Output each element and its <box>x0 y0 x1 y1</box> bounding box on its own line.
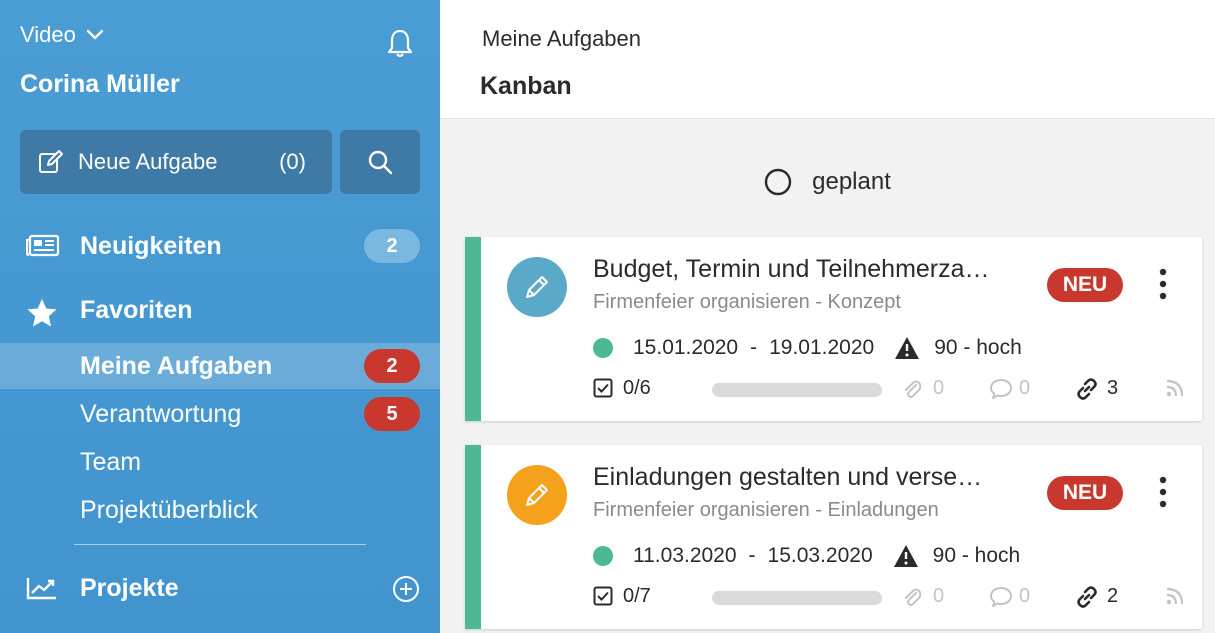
sidebar-divider <box>74 544 366 545</box>
responsibility-count-badge: 5 <box>364 397 420 431</box>
search-icon <box>367 149 393 175</box>
sidebar-item-responsibility-label: Verantwortung <box>80 399 242 428</box>
kanban-column-header: geplant <box>440 168 1215 196</box>
status-bar <box>465 237 481 421</box>
paperclip-icon[interactable] <box>903 586 921 608</box>
comment-count: 0 <box>1019 377 1031 399</box>
rss-icon[interactable] <box>1165 378 1185 398</box>
workspace-label: Video <box>20 22 76 47</box>
sidebar-item-project-overview[interactable]: Projektüberblick <box>0 487 440 533</box>
attachment-count: 0 <box>933 585 945 607</box>
sidebar-item-news-label: Neuigkeiten <box>80 231 222 260</box>
search-button[interactable] <box>340 130 420 194</box>
newspaper-icon <box>26 234 60 258</box>
date-separator: - <box>750 336 758 359</box>
edit-icon <box>38 149 64 175</box>
add-project-icon[interactable] <box>392 575 420 603</box>
star-icon <box>26 298 58 328</box>
priority: 90 - hoch <box>932 544 1021 567</box>
chart-line-icon <box>26 576 58 600</box>
comment-count: 0 <box>1019 585 1031 607</box>
attachment-count: 0 <box>933 377 945 399</box>
start-date: 11.03.2020 <box>633 544 737 567</box>
checklist-count: 0/7 <box>623 585 651 607</box>
pencil-icon <box>522 272 552 302</box>
task-footer: 0/6 0 0 3 <box>593 377 1185 401</box>
task-footer: 0/7 0 0 2 <box>593 585 1185 609</box>
sidebar-item-team-label: Team <box>80 447 142 476</box>
task-subtitle: Firmenfeier organisieren - Einladungen <box>593 499 939 521</box>
new-task-label: Neue Aufgabe <box>78 149 218 174</box>
link-icon[interactable] <box>1075 378 1099 400</box>
link-count: 3 <box>1107 377 1119 399</box>
new-badge: NEU <box>1047 476 1123 510</box>
date-separator: - <box>748 544 756 567</box>
more-options-icon[interactable] <box>1153 267 1173 301</box>
link-count: 2 <box>1107 585 1119 607</box>
task-title[interactable]: Budget, Termin und Teilnehmerza… <box>593 255 990 284</box>
comment-icon[interactable] <box>989 378 1013 400</box>
progress-bar <box>712 591 882 605</box>
more-options-icon[interactable] <box>1153 475 1173 509</box>
checklist-count: 0/6 <box>623 377 651 399</box>
sidebar-item-favorites-label: Favoriten <box>80 295 193 324</box>
end-date: 15.03.2020 <box>767 544 873 567</box>
comment-icon[interactable] <box>989 586 1013 608</box>
link-icon[interactable] <box>1075 586 1099 608</box>
sidebar-item-projects[interactable]: Projekte <box>0 566 440 610</box>
breadcrumb[interactable]: Meine Aufgaben <box>482 26 641 52</box>
task-card[interactable]: Budget, Termin und Teilnehmerza… Firmenf… <box>465 237 1202 421</box>
sidebar: Video Corina Müller Neue Aufgabe (0) Neu… <box>0 0 440 633</box>
sidebar-item-responsibility[interactable]: Verantwortung 5 <box>0 391 440 437</box>
rss-icon[interactable] <box>1165 586 1185 606</box>
priority: 90 - hoch <box>934 336 1022 359</box>
sidebar-item-my-tasks[interactable]: Meine Aufgaben 2 <box>0 343 440 389</box>
task-card[interactable]: Einladungen gestalten und verse… Firmenf… <box>465 445 1202 629</box>
checkbox-icon <box>593 586 613 606</box>
chevron-down-icon <box>86 29 104 41</box>
task-meta: 11.03.2020 - 15.03.2020 90 - hoch <box>593 541 1020 571</box>
pencil-icon <box>522 480 552 510</box>
status-dot <box>593 546 613 566</box>
circle-status-icon <box>764 168 792 196</box>
task-subtitle: Firmenfeier organisieren - Konzept <box>593 291 901 313</box>
sidebar-item-projects-label: Projekte <box>80 573 179 602</box>
bell-icon[interactable] <box>386 28 414 58</box>
sidebar-item-team[interactable]: Team <box>0 439 440 485</box>
sidebar-item-news[interactable]: Neuigkeiten 2 <box>0 224 440 268</box>
workspace-switcher[interactable]: Video <box>20 22 104 48</box>
main-area: Meine Aufgaben Kanban geplant Budget, Te… <box>440 0 1215 633</box>
new-task-button[interactable]: Neue Aufgabe (0) <box>20 130 332 194</box>
sidebar-item-favorites[interactable]: Favoriten <box>0 288 440 332</box>
status-dot <box>593 338 613 358</box>
start-date: 15.01.2020 <box>633 336 739 359</box>
sidebar-item-project-overview-label: Projektüberblick <box>80 495 258 524</box>
page-header: Meine Aufgaben Kanban <box>440 0 1215 119</box>
end-date: 19.01.2020 <box>769 336 875 359</box>
warning-icon <box>893 544 919 568</box>
status-bar <box>465 445 481 629</box>
progress-bar <box>712 383 882 397</box>
warning-icon <box>894 336 920 360</box>
task-avatar <box>507 257 567 317</box>
news-count-badge: 2 <box>364 229 420 263</box>
page-title: Kanban <box>480 72 572 100</box>
new-task-count: (0) <box>279 149 306 174</box>
task-meta: 15.01.2020 - 19.01.2020 90 - hoch <box>593 333 1022 363</box>
my-tasks-count-badge: 2 <box>364 349 420 383</box>
new-badge: NEU <box>1047 268 1123 302</box>
paperclip-icon[interactable] <box>903 378 921 400</box>
sidebar-item-my-tasks-label: Meine Aufgaben <box>80 351 273 380</box>
checkbox-icon <box>593 378 613 398</box>
column-label: geplant <box>812 168 891 195</box>
task-avatar <box>507 465 567 525</box>
task-title[interactable]: Einladungen gestalten und verse… <box>593 463 982 492</box>
user-name[interactable]: Corina Müller <box>20 70 180 99</box>
